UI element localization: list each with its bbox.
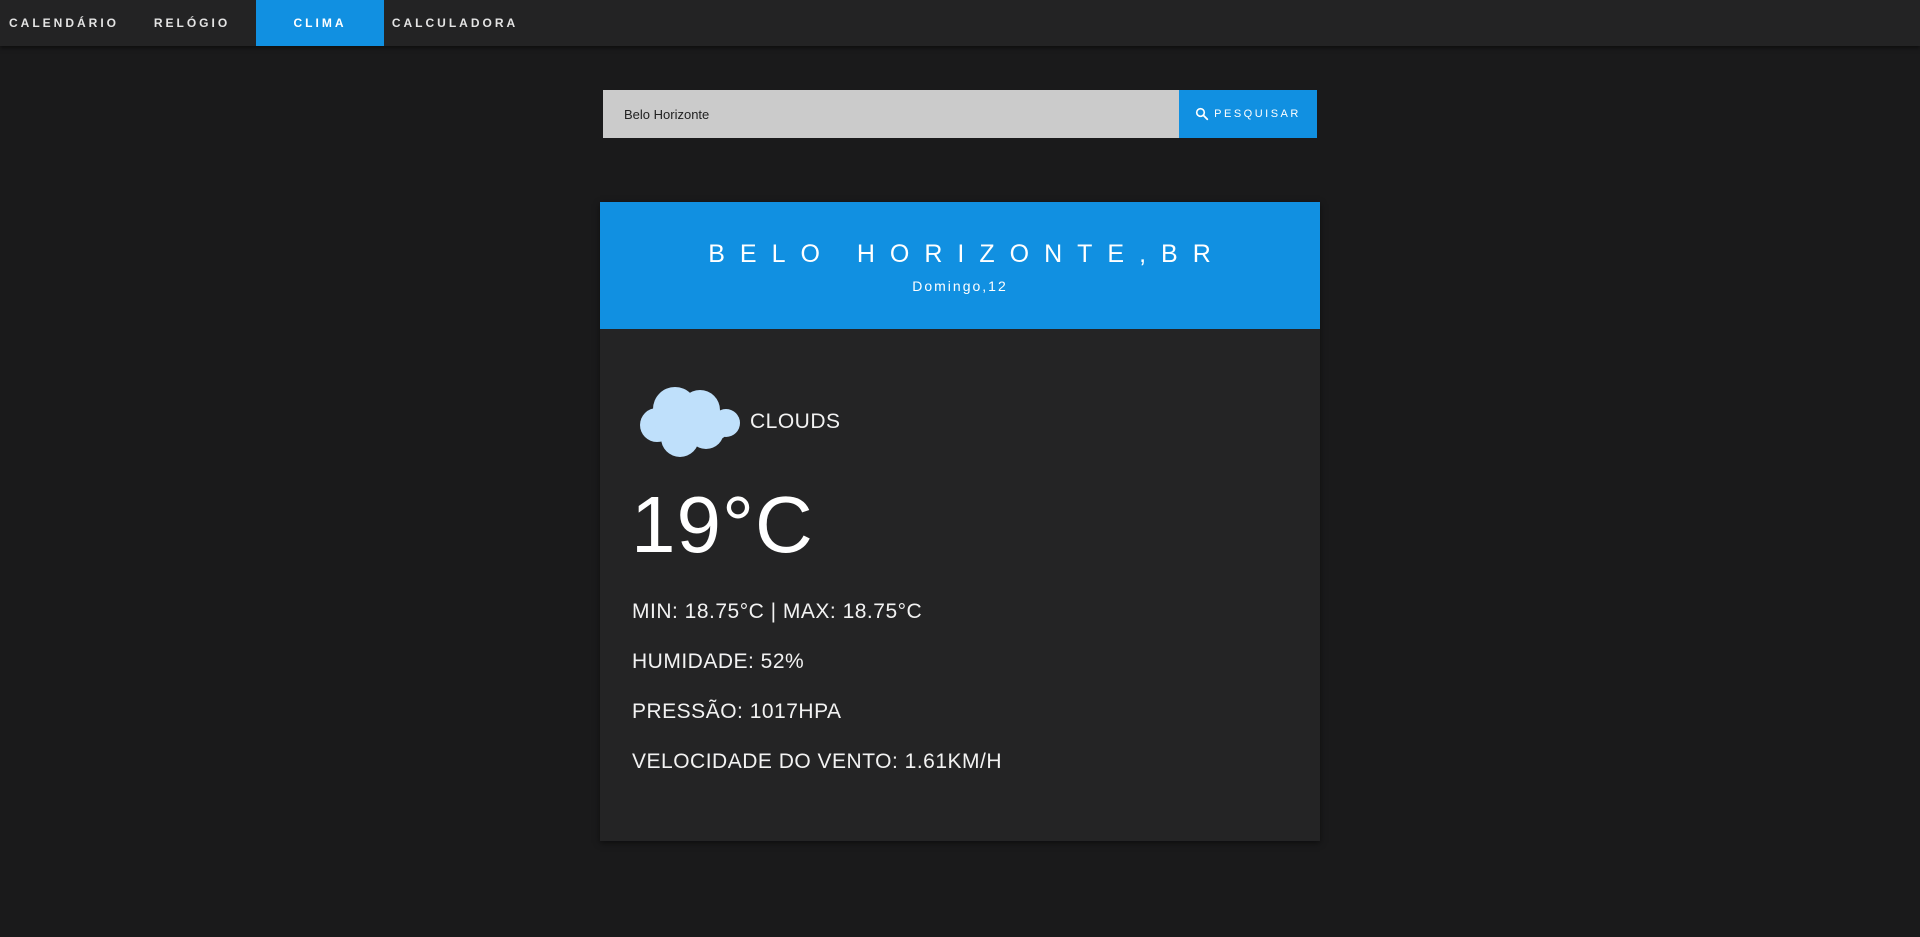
wind-speed: VELOCIDADE DO VENTO: 1.61KM/H	[632, 750, 1003, 773]
temperature: 19°C	[631, 480, 814, 569]
weather-card-header: BELO HORIZONTE,BR Domingo,12	[600, 202, 1320, 329]
tab-calendario[interactable]: CALENDÁRIO	[0, 0, 128, 46]
condition-row: CLOUDS	[640, 383, 841, 461]
city-title: BELO HORIZONTE,BR	[708, 240, 1226, 268]
humidity: HUMIDADE: 52%	[632, 650, 805, 673]
pressure: PRESSÃO: 1017HPA	[632, 700, 842, 723]
tab-clima[interactable]: CLIMA	[256, 0, 384, 46]
search-bar: PESQUISAR	[603, 90, 1317, 138]
search-button[interactable]: PESQUISAR	[1179, 90, 1317, 138]
top-nav: CALENDÁRIO RELÓGIO CLIMA CALCULADORA	[0, 0, 1920, 46]
search-input[interactable]	[603, 90, 1179, 138]
search-button-label: PESQUISAR	[1214, 108, 1301, 120]
min-max-temperature: MIN: 18.75°C | MAX: 18.75°C	[632, 600, 923, 623]
condition-label: CLOUDS	[750, 410, 841, 433]
city-date: Domingo,12	[912, 278, 1008, 294]
tab-calculadora[interactable]: CALCULADORA	[384, 0, 526, 46]
search-icon	[1195, 107, 1209, 121]
cloud-icon	[640, 383, 742, 461]
weather-card: BELO HORIZONTE,BR Domingo,12 CLOUDS 19°C…	[600, 202, 1320, 841]
tab-relogio[interactable]: RELÓGIO	[128, 0, 256, 46]
